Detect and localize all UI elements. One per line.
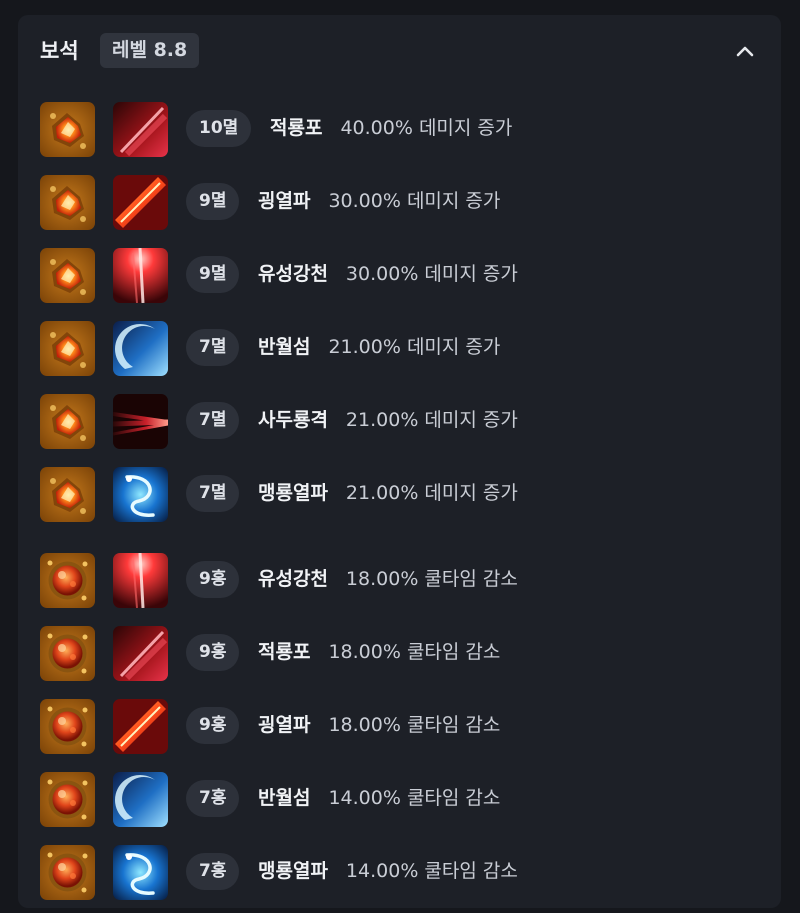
gem-description: 맹룡열파 21.00% 데미지 증가: [258, 475, 518, 512]
skill-name: 굉열파: [258, 190, 311, 212]
damage-gem-icon[interactable]: [40, 394, 95, 449]
gem-effect: 21.00% 데미지 증가: [345, 409, 518, 431]
skill-name: 사두룡격: [258, 409, 328, 431]
damage-gem-icon[interactable]: [40, 175, 95, 230]
gem-description: 유성강천 18.00% 쿨타임 감소: [258, 561, 518, 598]
cooldown-gem-icon[interactable]: [40, 772, 95, 827]
red-slash-icon[interactable]: [113, 175, 168, 230]
gem-description: 사두룡격 21.00% 데미지 증가: [258, 402, 518, 439]
gem-effect: 30.00% 데미지 증가: [345, 263, 518, 285]
skill-name: 유성강천: [258, 568, 328, 590]
gem-tier-badge: 7홍: [186, 853, 240, 890]
skill-name: 유성강천: [258, 263, 328, 285]
skill-name: 맹룡열파: [258, 860, 328, 882]
gem-tier-badge: 7홍: [186, 780, 240, 817]
skill-name: 적룡포: [258, 641, 311, 663]
gem-effect: 14.00% 쿨타임 감소: [345, 860, 518, 882]
meteor-icon[interactable]: [113, 553, 168, 608]
gem-description: 적룡포 18.00% 쿨타임 감소: [258, 634, 500, 671]
gem-row[interactable]: 7멸 사두룡격 21.00% 데미지 증가: [18, 392, 781, 452]
gem-section-panel: 보석 레벨 8.8 10멸 적룡포 40.00% 데미지 증가 9멸 굉열파 30.00%…: [18, 15, 781, 908]
meteor-icon[interactable]: [113, 248, 168, 303]
damage-gem-icon[interactable]: [40, 467, 95, 522]
blue-crescent-icon[interactable]: [113, 772, 168, 827]
damage-gem-icon[interactable]: [40, 102, 95, 157]
gem-row[interactable]: 9홍 적룡포 18.00% 쿨타임 감소: [18, 624, 781, 684]
red-slash-icon[interactable]: [113, 699, 168, 754]
gem-effect: 21.00% 데미지 증가: [328, 336, 501, 358]
section-title: 보석: [40, 39, 79, 63]
blue-crescent-icon[interactable]: [113, 321, 168, 376]
gem-row[interactable]: 7홍 반월섬 14.00% 쿨타임 감소: [18, 770, 781, 830]
cooldown-gem-icon[interactable]: [40, 699, 95, 754]
gem-effect: 30.00% 데미지 증가: [328, 190, 501, 212]
damage-gem-icon[interactable]: [40, 248, 95, 303]
skill-name: 굉열파: [258, 714, 311, 736]
gem-row[interactable]: 7멸 맹룡열파 21.00% 데미지 증가: [18, 465, 781, 525]
blue-dragon-icon[interactable]: [113, 467, 168, 522]
gem-tier-badge: 9멸: [186, 183, 240, 220]
cooldown-gem-icon[interactable]: [40, 626, 95, 681]
gem-row[interactable]: 7홍 맹룡열파 14.00% 쿨타임 감소: [18, 843, 781, 903]
gem-description: 굉열파 30.00% 데미지 증가: [258, 183, 500, 220]
gem-tier-badge: 10멸: [186, 110, 252, 147]
gem-row[interactable]: 9홍 유성강천 18.00% 쿨타임 감소: [18, 551, 781, 611]
blue-dragon-icon[interactable]: [113, 845, 168, 900]
red-thrust-icon[interactable]: [113, 394, 168, 449]
gem-effect: 40.00% 데미지 증가: [340, 117, 513, 139]
red-spear-icon[interactable]: [113, 626, 168, 681]
damage-gem-icon[interactable]: [40, 321, 95, 376]
gem-tier-badge: 7멸: [186, 475, 240, 512]
gem-tier-badge: 7멸: [186, 329, 240, 366]
gem-description: 반월섬 21.00% 데미지 증가: [258, 329, 500, 366]
skill-name: 맹룡열파: [258, 482, 328, 504]
gem-row[interactable]: 7멸 반월섬 21.00% 데미지 증가: [18, 319, 781, 379]
gem-effect: 18.00% 쿨타임 감소: [345, 568, 518, 590]
gem-effect: 14.00% 쿨타임 감소: [328, 787, 501, 809]
gem-row[interactable]: 9멸 유성강천 30.00% 데미지 증가: [18, 246, 781, 306]
skill-name: 적룡포: [270, 117, 323, 139]
gem-row[interactable]: 10멸 적룡포 40.00% 데미지 증가: [18, 100, 781, 160]
gem-tier-badge: 7멸: [186, 402, 240, 439]
gem-tier-badge: 9홍: [186, 707, 240, 744]
gem-description: 맹룡열파 14.00% 쿨타임 감소: [258, 853, 518, 890]
gem-row[interactable]: 9홍 굉열파 18.00% 쿨타임 감소: [18, 697, 781, 757]
gem-tier-badge: 9홍: [186, 634, 240, 671]
gem-effect: 21.00% 데미지 증가: [345, 482, 518, 504]
skill-name: 반월섬: [258, 787, 311, 809]
gem-description: 굉열파 18.00% 쿨타임 감소: [258, 707, 500, 744]
cooldown-gem-icon[interactable]: [40, 845, 95, 900]
gem-tier-badge: 9홍: [186, 561, 240, 598]
gem-description: 반월섬 14.00% 쿨타임 감소: [258, 780, 500, 817]
gem-tier-badge: 9멸: [186, 256, 240, 293]
red-spear-icon[interactable]: [113, 102, 168, 157]
gem-row[interactable]: 9멸 굉열파 30.00% 데미지 증가: [18, 173, 781, 233]
gem-level-badge: 레벨 8.8: [100, 33, 200, 68]
gem-effect: 18.00% 쿨타임 감소: [328, 714, 501, 736]
skill-name: 반월섬: [258, 336, 311, 358]
gem-description: 적룡포 40.00% 데미지 증가: [270, 110, 512, 147]
gem-section-header[interactable]: 보석 레벨 8.8: [18, 15, 781, 87]
gem-description: 유성강천 30.00% 데미지 증가: [258, 256, 518, 293]
chevron-up-icon[interactable]: [733, 39, 757, 63]
cooldown-gem-icon[interactable]: [40, 553, 95, 608]
gem-effect: 18.00% 쿨타임 감소: [328, 641, 501, 663]
